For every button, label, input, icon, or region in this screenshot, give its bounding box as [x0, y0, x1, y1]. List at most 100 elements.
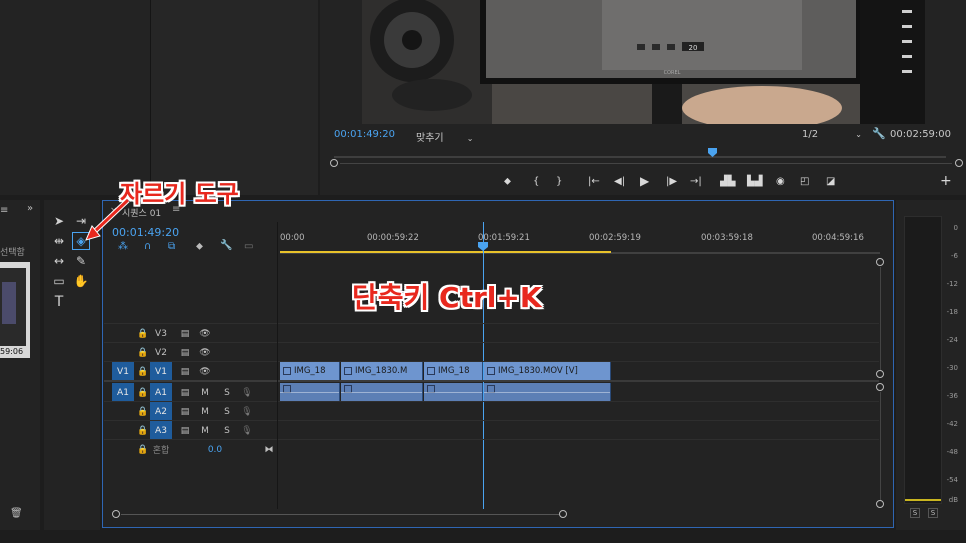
- audio-clip[interactable]: [424, 383, 483, 401]
- hscroll-handle-left[interactable]: [112, 510, 120, 518]
- vscroll-handle-top[interactable]: [876, 258, 884, 266]
- scroll-handle-right[interactable]: [955, 159, 963, 167]
- vscroll-handle-audio-top[interactable]: [876, 383, 884, 391]
- audio-clip[interactable]: [341, 383, 423, 401]
- expand-panels-icon[interactable]: »: [27, 203, 33, 214]
- ruler-label: 00:00: [280, 233, 305, 243]
- hand-tool-icon[interactable]: ✋: [72, 272, 90, 290]
- source-patch-v1[interactable]: V1: [112, 362, 134, 381]
- eye-icon[interactable]: 👁: [194, 324, 216, 343]
- add-marker-icon[interactable]: ⬥: [504, 176, 511, 187]
- extract-icon[interactable]: ▙▟: [747, 176, 762, 187]
- meter-db-label: dB: [948, 496, 958, 504]
- vscroll-handle-bottom[interactable]: [876, 500, 884, 508]
- go-to-in-icon[interactable]: |←: [588, 176, 600, 187]
- nest-icon[interactable]: ⁂: [118, 241, 128, 252]
- timeline-hscroll[interactable]: [121, 514, 559, 515]
- lift-icon[interactable]: ▟▙: [720, 176, 735, 187]
- sync-lock-icon[interactable]: ▤: [174, 421, 196, 440]
- resolution-dropdown[interactable]: 1/2 ⌄: [802, 129, 862, 140]
- mute-button[interactable]: M: [194, 383, 216, 402]
- sync-lock-icon[interactable]: ▤: [174, 383, 196, 402]
- clip-name: IMG_18: [438, 366, 470, 376]
- solo-right-button[interactable]: S: [928, 508, 938, 518]
- mic-icon[interactable]: 🎙: [236, 421, 258, 440]
- selection-tool-icon[interactable]: ➤: [50, 212, 68, 230]
- track-header-a2: 🔒 A2 ▤ M S 🎙: [104, 402, 280, 421]
- mark-out-icon[interactable]: }: [556, 176, 562, 187]
- solo-button[interactable]: S: [216, 421, 238, 440]
- sync-lock-icon[interactable]: ▤: [174, 343, 196, 362]
- trash-icon[interactable]: 🗑: [10, 508, 23, 519]
- solo-button[interactable]: S: [216, 383, 238, 402]
- slip-tool-icon[interactable]: ↔: [50, 252, 68, 270]
- meter-label: -30: [946, 364, 958, 372]
- linked-selection-icon[interactable]: ⧉: [168, 241, 175, 252]
- wrench-icon[interactable]: 🔧: [220, 240, 232, 251]
- hscroll-handle-right[interactable]: [559, 510, 567, 518]
- rectangle-tool-icon[interactable]: ▭: [50, 272, 68, 290]
- ripple-edit-tool-icon[interactable]: ⇹: [50, 232, 68, 250]
- play-icon[interactable]: ▶: [640, 174, 649, 188]
- audio-vscroll[interactable]: [880, 392, 881, 500]
- comparison-view-icon[interactable]: ◰: [800, 176, 809, 187]
- source-patch-a1[interactable]: A1: [112, 383, 134, 402]
- wrench-icon[interactable]: 🔧: [872, 127, 886, 140]
- captions-icon[interactable]: ▭: [244, 241, 253, 252]
- work-area-bar[interactable]: [280, 251, 611, 253]
- pen-tool-icon[interactable]: ✎: [72, 252, 90, 270]
- video-clip[interactable]: IMG_18: [280, 362, 340, 380]
- sync-lock-icon[interactable]: ▤: [174, 362, 196, 381]
- meter-label: -42: [946, 420, 958, 428]
- program-ruler[interactable]: [334, 150, 946, 158]
- fit-dropdown[interactable]: 맞추기 ⌄: [416, 129, 474, 144]
- go-to-out-icon[interactable]: →|: [690, 176, 702, 187]
- video-vscroll[interactable]: [880, 267, 881, 370]
- vscroll-handle-mid[interactable]: [876, 370, 884, 378]
- audio-clip[interactable]: [484, 383, 611, 401]
- audio-clip[interactable]: [280, 383, 340, 401]
- project-clip-thumbnail[interactable]: 59:06: [0, 262, 30, 358]
- add-button-icon[interactable]: +: [940, 173, 952, 189]
- eye-icon[interactable]: 👁: [194, 343, 216, 362]
- mic-icon[interactable]: 🎙: [236, 402, 258, 421]
- program-scrollbar[interactable]: [340, 163, 952, 164]
- solo-button[interactable]: S: [216, 402, 238, 421]
- video-clip[interactable]: IMG_18: [424, 362, 483, 380]
- track-label-a3[interactable]: A3: [150, 421, 172, 440]
- track-header-v3: 🔒 V3 ▤ 👁: [104, 324, 280, 343]
- eye-icon[interactable]: 👁: [194, 362, 216, 381]
- meter-label: -12: [946, 280, 958, 288]
- video-clip[interactable]: IMG_1830.MOV [V]: [484, 362, 611, 380]
- video-audio-divider: [104, 380, 879, 382]
- step-forward-icon[interactable]: |▶: [666, 176, 677, 187]
- track-label-a2[interactable]: A2: [150, 402, 172, 421]
- mark-in-icon[interactable]: {: [533, 176, 539, 187]
- track-label-v1[interactable]: V1: [150, 362, 172, 381]
- snap-icon[interactable]: ∩: [144, 241, 151, 252]
- track-label-a1[interactable]: A1: [150, 383, 172, 402]
- mic-icon[interactable]: 🎙: [236, 383, 258, 402]
- solo-left-button[interactable]: S: [910, 508, 920, 518]
- track-label-v2[interactable]: V2: [150, 343, 172, 362]
- program-timecode[interactable]: 00:01:49:20: [334, 129, 395, 140]
- step-back-icon[interactable]: ◀|: [614, 176, 625, 187]
- track-divider: [104, 401, 879, 402]
- razor-tool-annotation: 자르기 도구: [120, 180, 239, 208]
- track-label-v3[interactable]: V3: [150, 324, 172, 343]
- mute-button[interactable]: M: [194, 421, 216, 440]
- scroll-handle-left[interactable]: [330, 159, 338, 167]
- proxy-icon[interactable]: ◪: [826, 176, 835, 187]
- panel-menu-icon[interactable]: ≡: [0, 205, 8, 216]
- clip-name: IMG_1830.MOV [V]: [498, 366, 578, 376]
- video-frame-image: 20 COREL: [362, 0, 925, 124]
- video-clip[interactable]: IMG_1830.M: [341, 362, 423, 380]
- sync-lock-icon[interactable]: ▤: [174, 324, 196, 343]
- track-divider: [104, 439, 879, 440]
- mix-value[interactable]: 0.0: [204, 440, 226, 459]
- add-marker-icon[interactable]: ⬥: [196, 241, 203, 252]
- mute-button[interactable]: M: [194, 402, 216, 421]
- sync-lock-icon[interactable]: ▤: [174, 402, 196, 421]
- export-frame-icon[interactable]: ◉: [776, 176, 785, 187]
- type-tool-icon[interactable]: T: [50, 293, 68, 311]
